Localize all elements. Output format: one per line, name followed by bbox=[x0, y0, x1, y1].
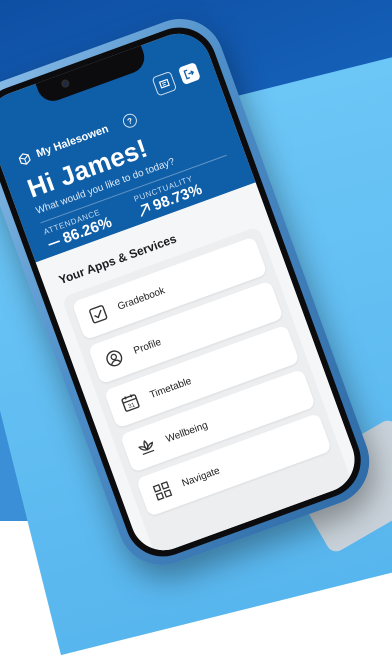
grid-icon bbox=[152, 481, 173, 501]
logo-cube-icon bbox=[18, 153, 31, 165]
profile-icon bbox=[106, 350, 123, 367]
dash-icon bbox=[48, 239, 60, 246]
help-icon[interactable]: ? bbox=[120, 111, 139, 130]
app-label: Wellbeing bbox=[164, 419, 210, 445]
logout-icon[interactable] bbox=[177, 61, 201, 86]
app-label: Timetable bbox=[148, 375, 193, 401]
camera-icon bbox=[60, 78, 71, 89]
header-actions bbox=[151, 61, 202, 97]
calendar-icon: 31 bbox=[121, 394, 140, 412]
app-label: Profile bbox=[132, 336, 163, 357]
app-label: Gradebook bbox=[116, 284, 167, 313]
app-label: Navigate bbox=[180, 465, 222, 489]
lotus-icon bbox=[138, 440, 155, 455]
calendar-day: 31 bbox=[128, 402, 137, 410]
gradebook-icon bbox=[89, 305, 108, 324]
messages-icon[interactable] bbox=[151, 70, 178, 97]
arrow-up-right-icon bbox=[140, 202, 151, 217]
